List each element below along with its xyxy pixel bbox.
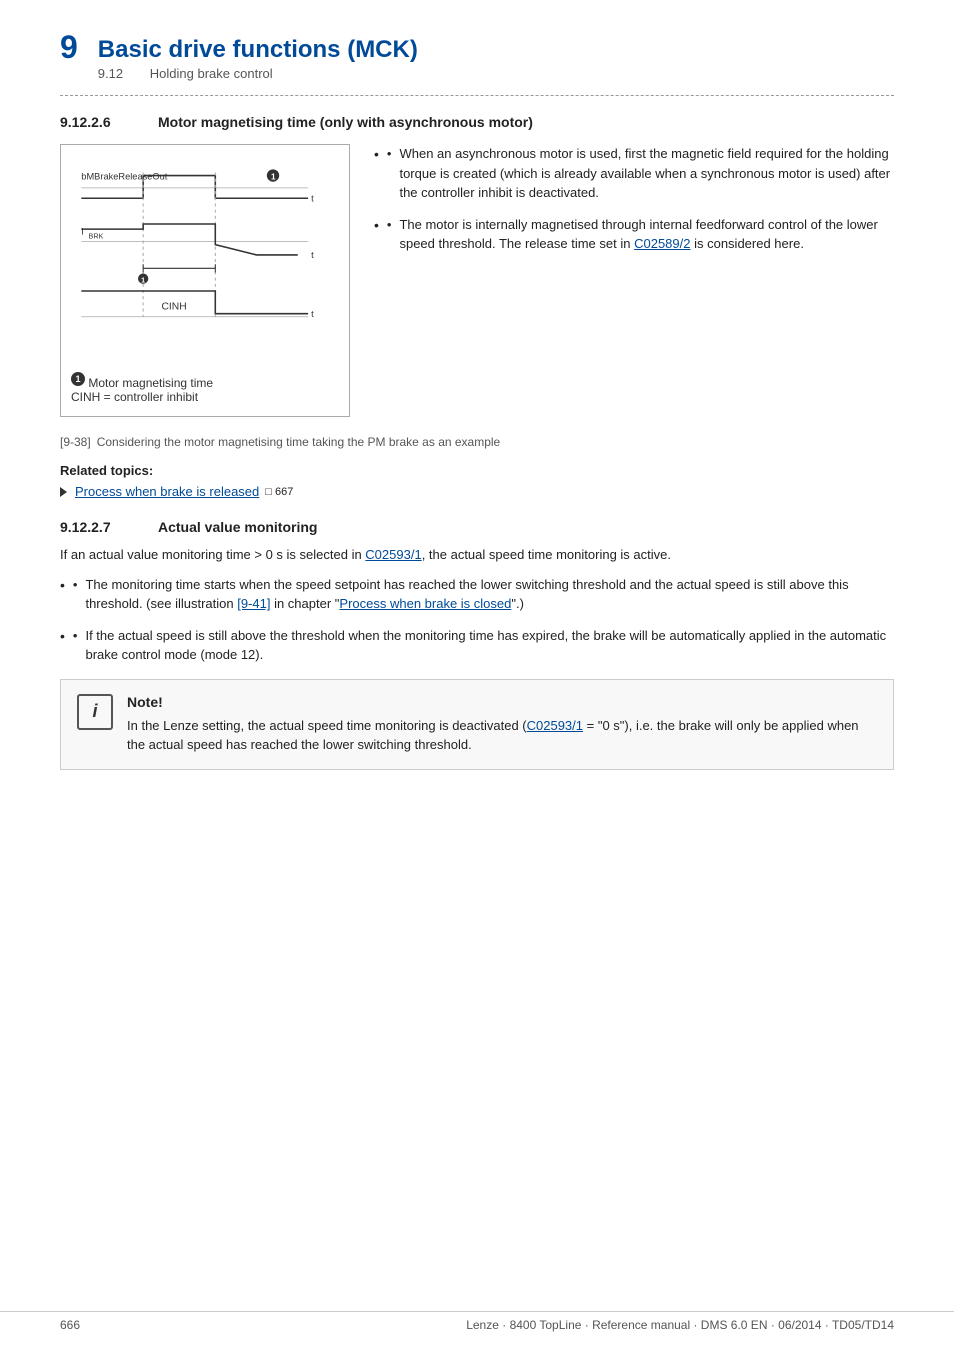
bullet-text-2: The motor is internally magnetised throu… (399, 215, 894, 254)
link-9-41[interactable]: [9-41] (237, 596, 270, 611)
section-title-header: Holding brake control (150, 66, 273, 81)
page-footer: 666 Lenze · 8400 TopLine · Reference man… (0, 1311, 954, 1332)
diagram-box: bMBrakeReleaseOut 1 t I BRK (60, 144, 350, 417)
svg-text:bMBrakeReleaseOut: bMBrakeReleaseOut (81, 172, 167, 182)
diagram-legend: 1 Motor magnetising time CINH = controll… (71, 372, 339, 404)
bullet-marker-9127-2: • (73, 626, 78, 665)
bullet-item-9127-1: • The monitoring time starts when the sp… (60, 575, 894, 614)
figure-ref: [9-38] (60, 435, 91, 449)
bullet-list-9127: • The monitoring time starts when the sp… (60, 575, 894, 665)
chapter-title: Basic drive functions (MCK) (98, 30, 418, 64)
section-header: 9.12 Holding brake control (98, 66, 418, 81)
link-C02589-2[interactable]: C02589/2 (634, 236, 690, 251)
related-topics: Related topics: Process when brake is re… (60, 463, 894, 499)
bullet-list-9126: • When an asynchronous motor is used, fi… (374, 144, 894, 417)
process-brake-released-link[interactable]: Process when brake is released (75, 484, 259, 499)
bullet-item-1: • When an asynchronous motor is used, fi… (374, 144, 894, 203)
figure-caption-9126: [9-38] Considering the motor magnetising… (60, 435, 894, 449)
related-topics-title: Related topics: (60, 463, 894, 478)
section-9126: 9.12.2.6 Motor magnetising time (only wi… (60, 114, 894, 499)
svg-text:t: t (311, 193, 314, 203)
bullet-marker-9127-1: • (73, 575, 78, 614)
section-9126-title: 9.12.2.6 Motor magnetising time (only wi… (60, 114, 894, 130)
bullet-item-9127-2: • If the actual speed is still above the… (60, 626, 894, 665)
bullet-text-9127-2: If the actual speed is still above the t… (85, 626, 894, 665)
bullet-marker-2: • (387, 215, 392, 254)
annotation-1-icon: 1 (71, 372, 85, 386)
page: 9 Basic drive functions (MCK) 9.12 Holdi… (0, 0, 954, 1350)
link-process-brake-closed[interactable]: Process when brake is closed (339, 596, 511, 611)
legend-item-1: 1 Motor magnetising time (71, 372, 339, 390)
svg-text:CINH: CINH (161, 302, 186, 313)
svg-text:BRK: BRK (89, 231, 104, 240)
svg-text:1: 1 (141, 276, 145, 285)
note-box: i Note! In the Lenze setting, the actual… (60, 679, 894, 770)
page-ref-icon: □ 667 (265, 486, 293, 498)
legend-item-2: CINH = controller inhibit (71, 390, 339, 404)
svg-text:I: I (81, 226, 84, 236)
bullet-item-2: • The motor is internally magnetised thr… (374, 215, 894, 254)
triangle-icon (60, 487, 67, 497)
bullet-text-1: When an asynchronous motor is used, firs… (399, 144, 894, 203)
section-9127-intro: If an actual value monitoring time > 0 s… (60, 545, 894, 565)
section-9127-title: 9.12.2.7 Actual value monitoring (60, 519, 894, 535)
note-content: Note! In the Lenze setting, the actual s… (127, 694, 877, 755)
content-area-9126: bMBrakeReleaseOut 1 t I BRK (60, 144, 894, 417)
link-C02593-1-intro[interactable]: C02593/1 (365, 547, 421, 562)
figure-caption-text: Considering the motor magnetising time t… (97, 435, 501, 449)
section-number: 9.12 (98, 66, 150, 81)
svg-text:1: 1 (271, 173, 276, 182)
timing-diagram: bMBrakeReleaseOut 1 t I BRK (71, 157, 339, 363)
section-divider (60, 95, 894, 96)
chapter-number: 9 (60, 30, 78, 65)
svg-text:t: t (311, 250, 314, 260)
bullet-marker: • (387, 144, 392, 203)
svg-text:t: t (311, 309, 314, 319)
note-title: Note! (127, 694, 877, 710)
note-icon: i (77, 694, 113, 730)
page-header: 9 Basic drive functions (MCK) 9.12 Holdi… (60, 30, 894, 81)
section-9127: 9.12.2.7 Actual value monitoring If an a… (60, 519, 894, 770)
bullet-text-9127-1: The monitoring time starts when the spee… (85, 575, 894, 614)
note-text: In the Lenze setting, the actual speed t… (127, 716, 877, 755)
footer-reference: Lenze · 8400 TopLine · Reference manual … (466, 1318, 894, 1332)
page-number: 666 (60, 1318, 80, 1332)
related-item-1: Process when brake is released □ 667 (60, 484, 894, 499)
link-C02593-1-note[interactable]: C02593/1 (527, 718, 583, 733)
